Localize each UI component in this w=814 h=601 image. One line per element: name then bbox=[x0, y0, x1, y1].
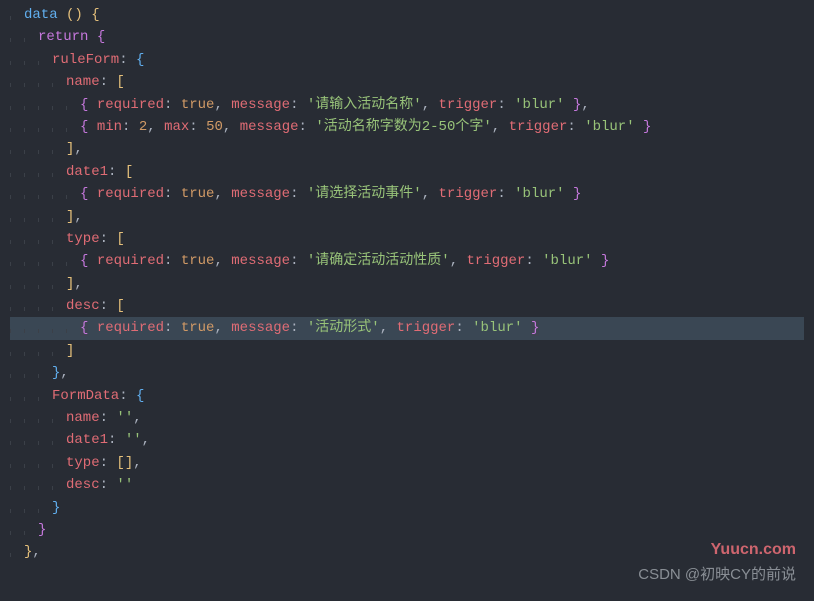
token-property: type bbox=[66, 231, 100, 247]
code-line: ] bbox=[10, 340, 804, 362]
code-line: ], bbox=[10, 206, 804, 228]
code-line: FormData: { bbox=[10, 385, 804, 407]
code-line: { min: 2, max: 50, message: '活动名称字数为2-50… bbox=[10, 116, 804, 138]
token-property: date1 bbox=[66, 164, 108, 180]
code-line: return { bbox=[10, 26, 804, 48]
code-line: date1: '', bbox=[10, 429, 804, 451]
code-line: ], bbox=[10, 138, 804, 160]
code-line: type: [], bbox=[10, 452, 804, 474]
code-line: type: [ bbox=[10, 228, 804, 250]
code-line: ruleForm: { bbox=[10, 49, 804, 71]
code-line: desc: [ bbox=[10, 295, 804, 317]
watermark-author: CSDN @初映CY的前说 bbox=[638, 563, 796, 587]
code-line: }, bbox=[10, 362, 804, 384]
code-line: }, bbox=[10, 541, 804, 563]
code-line: name: [ bbox=[10, 71, 804, 93]
code-line: } bbox=[10, 519, 804, 541]
code-block: data () { return { ruleForm: { name: [ {… bbox=[0, 0, 814, 568]
code-line: ], bbox=[10, 273, 804, 295]
code-line: data () { bbox=[10, 4, 804, 26]
code-line-highlighted: { required: true, message: '活动形式', trigg… bbox=[10, 317, 804, 339]
code-line: } bbox=[10, 497, 804, 519]
token-property: name bbox=[66, 74, 100, 90]
token-property: desc bbox=[66, 298, 100, 314]
code-line: desc: '' bbox=[10, 474, 804, 496]
token-function: data bbox=[24, 7, 58, 23]
code-line: { required: true, message: '请选择活动事件', tr… bbox=[10, 183, 804, 205]
watermark-site: Yuucn.com bbox=[711, 537, 796, 563]
code-line: { required: true, message: '请确定活动活动性质', … bbox=[10, 250, 804, 272]
token-property: FormData bbox=[52, 388, 119, 404]
token-keyword: return bbox=[38, 29, 88, 45]
token-property: ruleForm bbox=[52, 52, 119, 68]
code-line: date1: [ bbox=[10, 161, 804, 183]
code-line: { required: true, message: '请输入活动名称', tr… bbox=[10, 94, 804, 116]
code-line: name: '', bbox=[10, 407, 804, 429]
